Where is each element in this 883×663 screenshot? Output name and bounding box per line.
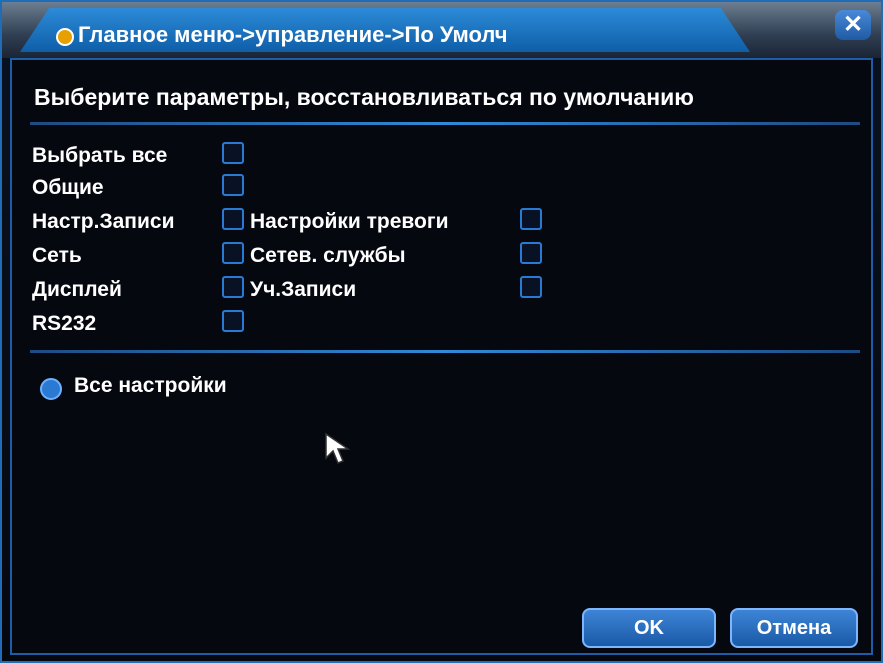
option-label-alarm-settings: Настройки тревоги (250, 210, 449, 233)
checkbox-select-all[interactable] (222, 142, 244, 164)
window-title: Главное меню->управление->По Умолч (78, 22, 508, 47)
option-label-rs232: RS232 (32, 312, 97, 335)
checkbox-general[interactable] (222, 174, 244, 196)
instruction-header: Выберите параметры, восстановливаться по… (34, 84, 694, 110)
title-icon (56, 28, 74, 46)
all-settings-label: Все настройки (74, 374, 227, 397)
option-label-record-settings: Настр.Записи (32, 210, 175, 233)
ok-button[interactable]: OK (582, 608, 716, 648)
checkbox-network-services[interactable] (520, 242, 542, 264)
title-tab: Главное меню->управление->По Умолч (20, 8, 750, 52)
option-label-accounts: Уч.Записи (250, 278, 357, 301)
option-label-select-all: Выбрать все (32, 144, 168, 167)
close-icon: ✕ (842, 11, 864, 38)
divider-bottom (30, 350, 860, 353)
all-settings-radio[interactable] (40, 378, 62, 400)
checkbox-alarm-settings[interactable] (520, 208, 542, 230)
checkbox-display[interactable] (222, 276, 244, 298)
checkbox-record-settings[interactable] (222, 208, 244, 230)
default-settings-window: Главное меню->управление->По Умолч ✕ Выб… (0, 0, 883, 663)
checkbox-network[interactable] (222, 242, 244, 264)
checkbox-rs232[interactable] (222, 310, 244, 332)
checkbox-accounts[interactable] (520, 276, 542, 298)
option-label-network-services: Сетев. службы (250, 244, 406, 267)
option-label-network: Сеть (32, 244, 82, 267)
divider-top (30, 122, 860, 125)
main-panel: Выберите параметры, восстановливаться по… (10, 58, 873, 655)
option-label-general: Общие (32, 176, 104, 199)
close-button[interactable]: ✕ (835, 10, 871, 40)
mouse-pointer-icon (325, 432, 351, 464)
cancel-button[interactable]: Отмена (730, 608, 858, 648)
title-bar: Главное меню->управление->По Умолч ✕ (2, 2, 881, 58)
option-label-display: Дисплей (32, 278, 122, 301)
